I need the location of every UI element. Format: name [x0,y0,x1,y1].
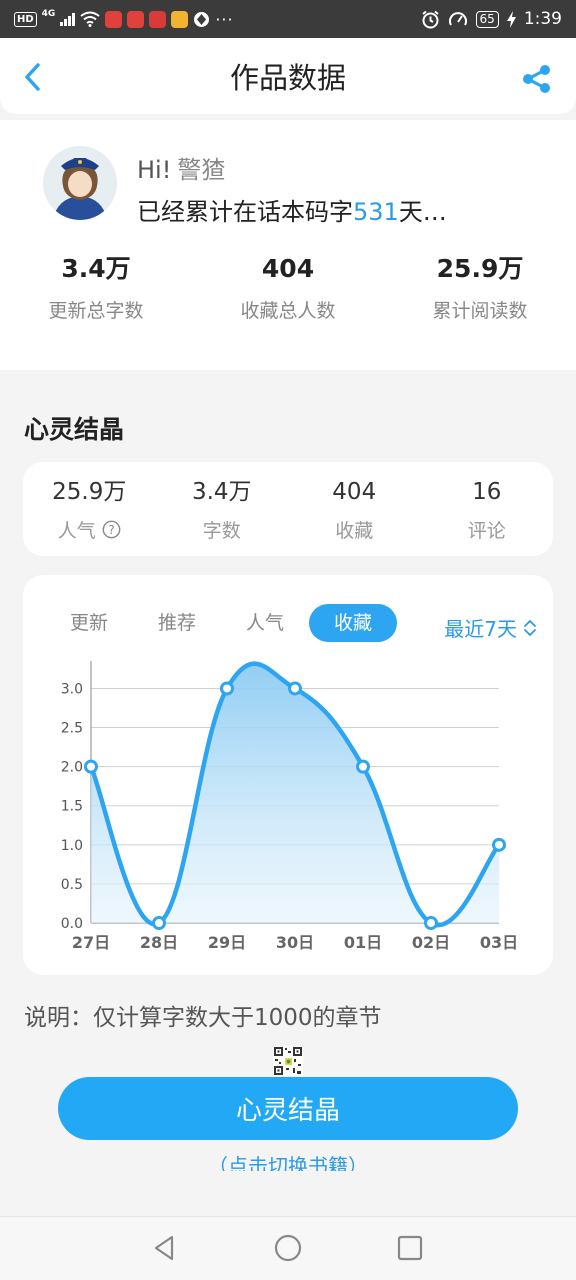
summary-value: 3.4万 [191,479,252,505]
summary-favorites: 404 收藏 [288,462,421,556]
writing-days-line: 已经累计在话本码字531天… [137,192,447,227]
browser-notification-icon [194,11,210,27]
y-tick-label: 1.0 [61,838,83,854]
data-point [288,681,302,696]
data-point [84,759,98,774]
stat-total-reads: 25.9万 累计阅读数 [384,252,576,323]
charging-icon [506,10,516,28]
days-prefix: 已经累计在话本码字 [137,198,353,226]
summary-label: 人气 [57,520,96,542]
summary-label-row: 人气 ? [23,516,156,543]
x-tick-label: 03日 [480,933,518,952]
tab-favorites[interactable]: 收藏 [309,604,397,642]
y-tick-label: 1.5 [61,799,83,815]
more-notifications-indicator: ··· [215,9,234,29]
metric-tabs: 更新 推荐 人气 收藏 [45,604,397,642]
days-count: 531 [353,198,399,226]
y-tick-label: 2.0 [61,760,83,776]
clock: 1:39 [523,9,562,29]
network-type: 4G [41,9,56,19]
stat-total-favorites: 404 收藏总人数 [192,252,384,323]
series-area [91,663,499,926]
chart-card: 0.0 0.5 1.0 1.5 2.0 2.5 3.0 27日 28日 29日 30日 01日 02日 0… [23,575,553,975]
x-tick-label: 01日 [344,933,382,952]
chevron-up-down-icon [524,619,536,636]
app-notification-icon [171,10,189,28]
x-tick-label: 28日 [140,933,178,952]
y-tick-label: 0.0 [61,916,83,932]
summary-label: 字数 [202,520,241,542]
status-bar: HD 4G ··· 65 1:39 [0,0,576,38]
summary-label: 评论 [467,520,506,542]
y-tick-label: 3.0 [61,681,83,697]
profile-card: Hi! 警猹 已经累计在话本码字531天… 3.4万 更新总字数 404 收藏总人… [0,120,576,370]
x-tick-label: 02日 [412,933,450,952]
greeting-text: Hi! [137,156,172,184]
summary-value: 404 [332,479,377,505]
app-notification-icon [127,10,145,28]
home-circle-icon[interactable] [273,1233,303,1263]
y-tick-label: 2.5 [61,721,83,737]
avatar[interactable] [43,146,117,220]
y-tick-label: 0.5 [61,877,83,893]
summary-word-count: 3.4万 字数 [156,462,289,556]
stat-label: 收藏总人数 [240,300,336,322]
chevron-left-icon[interactable] [20,62,46,92]
status-left: HD 4G ··· [14,9,234,29]
summary-label: 收藏 [335,520,374,542]
app-notification-icon [149,10,167,28]
recents-square-icon[interactable] [395,1233,425,1263]
tab-updates[interactable]: 更新 [45,604,133,642]
stat-total-words: 3.4万 更新总字数 [0,252,192,323]
x-tick-label: 30日 [276,933,314,952]
app-notification-icon [105,10,123,28]
back-triangle-icon[interactable] [150,1233,180,1263]
data-point [424,916,438,930]
data-point [492,837,506,852]
date-range-value: 最近7天 [444,617,517,641]
page-title: 作品数据 [229,61,346,95]
qr-code-icon[interactable] [273,1046,303,1076]
stat-value: 3.4万 [61,254,131,283]
switch-book-link[interactable]: （点击切换书籍） [0,1154,576,1171]
top-nav-bar: 作品数据 [0,38,576,114]
note-text: 说明：仅计算字数大于1000的章节 [24,1005,382,1031]
share-icon[interactable] [522,64,552,94]
data-point [152,916,166,930]
help-icon[interactable]: ? [102,520,121,539]
summary-comments: 16 评论 [421,462,554,556]
tab-popularity[interactable]: 人气 [221,604,309,642]
hd-indicator: HD [14,11,37,27]
profile-stats: 3.4万 更新总字数 404 收藏总人数 25.9万 累计阅读数 [0,252,576,323]
svg-text:?: ? [108,523,114,537]
days-suffix: 天… [398,198,447,226]
wifi-icon [80,11,100,27]
username: 警猹 [177,156,226,184]
book-title: 心灵结晶 [24,415,125,444]
avatar-illustration [43,146,117,220]
stat-value: 404 [261,254,315,283]
book-summary-card: 25.9万 人气 ? 3.4万 字数 404 收藏 16 评论 [23,462,553,556]
summary-value: 16 [472,479,502,505]
x-tick-label: 27日 [72,933,110,952]
stat-value: 25.9万 [436,254,524,283]
signal-icon [60,12,76,26]
speedometer-icon [448,11,467,25]
summary-value: 25.9万 [52,479,127,505]
alarm-icon [421,10,439,28]
battery-indicator: 65 [475,10,499,28]
stat-label: 累计阅读数 [432,300,528,322]
stat-label: 更新总字数 [48,300,144,322]
tab-recommendations[interactable]: 推荐 [133,604,221,642]
book-switch-button[interactable]: 心灵结晶 [58,1077,518,1140]
system-nav-bar [0,1216,576,1280]
date-range-select[interactable]: 最近7天 [444,613,537,642]
data-point [356,759,370,774]
data-point [220,681,234,696]
status-right: 65 1:39 [421,9,562,29]
x-tick-label: 29日 [208,933,246,952]
greeting-line: Hi! 警猹 [137,150,225,185]
summary-popularity: 25.9万 人气 ? [23,462,156,556]
